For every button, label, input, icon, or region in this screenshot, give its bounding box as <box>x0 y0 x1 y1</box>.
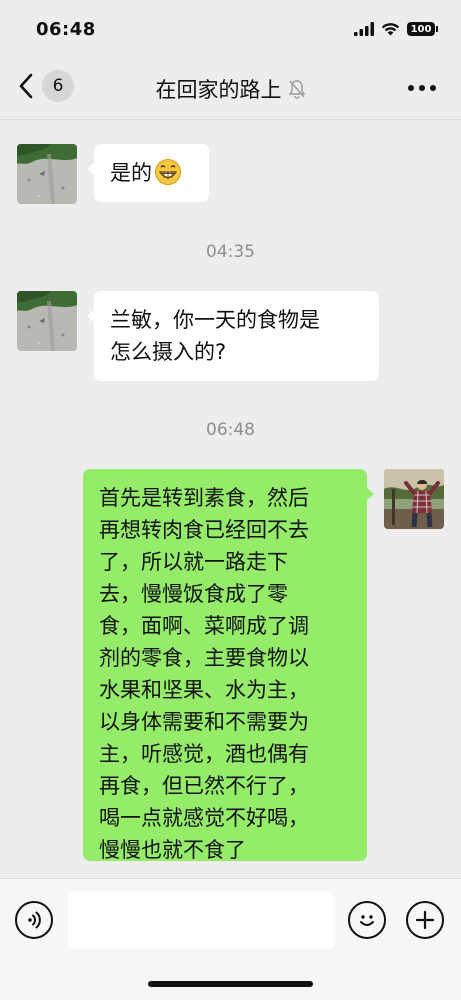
message-timestamp: 04:35 <box>206 242 255 262</box>
message-bubble-incoming[interactable]: 是的 <box>87 144 209 202</box>
bell-slash-icon <box>288 79 305 99</box>
chat-header: 6 在回家的路上 <box>0 58 461 120</box>
message-text-line: 水果和坚果、水为主， <box>99 678 309 702</box>
my-avatar[interactable] <box>384 469 444 529</box>
input-bar <box>0 878 461 1000</box>
more-dots-icon <box>408 85 436 91</box>
message-bubble-outgoing[interactable]: 首先是转到素食，然后 再想转肉食已经回不去 了，所以就一路走下 去，慢慢饭食成了… <box>83 469 374 862</box>
more-button[interactable] <box>405 76 439 100</box>
contact-avatar-image <box>17 291 77 351</box>
signal-icon <box>354 22 374 36</box>
message-list[interactable]: 是的 04:35 兰敏，你一天的食物是 怎么摄入的? 06:48 首先是转到素食… <box>0 120 461 878</box>
unread-count-badge: 6 <box>42 70 74 102</box>
message-text-line: 剂的零食，主要食物以 <box>99 646 309 670</box>
message-text-line: 了，所以就一路走下 <box>99 550 288 574</box>
chevron-left-icon <box>19 73 33 99</box>
message-timestamp: 06:48 <box>206 420 255 440</box>
contact-avatar[interactable] <box>17 144 77 204</box>
message-text-line: 以身体需要和不需要为 <box>99 710 309 734</box>
add-button[interactable] <box>406 901 444 939</box>
status-time: 06:48 <box>36 18 96 40</box>
message-bubble-incoming[interactable]: 兰敏，你一天的食物是 怎么摄入的? <box>87 291 379 381</box>
message-text-line: 怎么摄入的? <box>110 340 227 364</box>
voice-icon <box>28 911 41 929</box>
emoji-button[interactable] <box>348 901 386 939</box>
chat-title: 在回家的路上 <box>156 74 306 104</box>
status-icons: 100 <box>354 22 438 36</box>
my-avatar-image <box>384 469 444 529</box>
emoji-smile-icon <box>360 915 374 926</box>
message-input[interactable] <box>68 891 334 949</box>
contact-avatar[interactable] <box>17 291 77 351</box>
message-text-line: 首先是转到素食，然后 <box>99 486 309 510</box>
back-button[interactable]: 6 <box>18 70 74 102</box>
voice-button[interactable] <box>15 901 53 939</box>
status-bar: 06:48 100 <box>0 0 461 58</box>
chat-title-text: 在回家的路上 <box>155 77 282 102</box>
grinning-face-icon <box>154 158 182 195</box>
message-text-line: 主，听感觉，酒也偶有 <box>99 742 309 766</box>
message-text-line: 慢慢也就不食了 <box>99 838 246 862</box>
message-text-line: 去，慢慢饭食成了零 <box>99 582 288 606</box>
plus-circle-icon <box>415 910 435 930</box>
battery-indicator: 100 <box>407 22 438 36</box>
home-indicator[interactable] <box>148 981 313 987</box>
message-text-line: 再想转肉食已经回不去 <box>99 518 309 542</box>
message-text-line: 食，面啊、菜啊成了调 <box>99 614 309 638</box>
message-text: 是的 <box>110 161 152 185</box>
message-text-line: 兰敏，你一天的食物是 <box>110 308 320 332</box>
message-text-line: 喝一点就感觉不好喝， <box>99 806 309 830</box>
contact-avatar-image <box>17 144 77 204</box>
wifi-icon <box>381 23 400 36</box>
message-text-line: 再食，但已然不行了， <box>99 774 309 798</box>
